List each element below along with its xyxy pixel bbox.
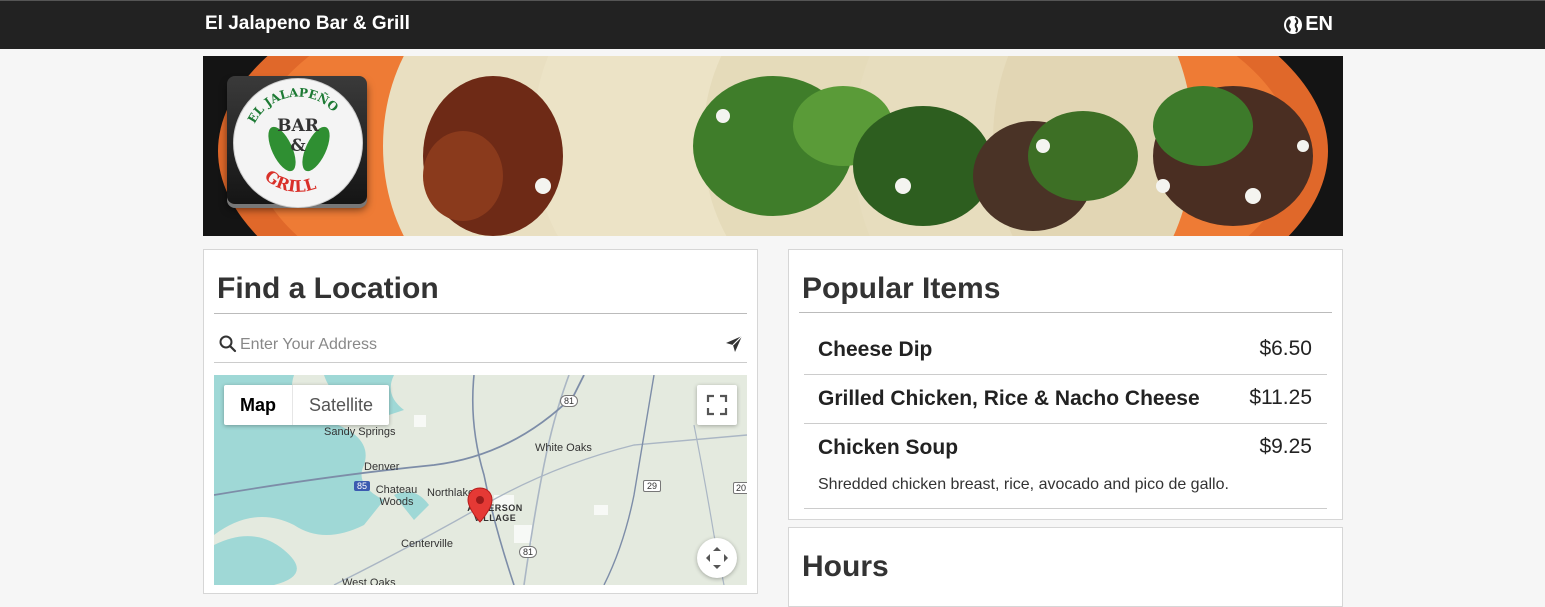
route-shield: 20 xyxy=(733,482,747,494)
menu-item-row[interactable]: Cheese Dip $6.50 xyxy=(804,325,1327,375)
map-place-label: Centerville xyxy=(401,538,453,550)
hours-heading: Hours xyxy=(802,550,889,583)
map-type-map[interactable]: Map xyxy=(224,385,292,425)
menu-item-price: $6.50 xyxy=(1259,337,1312,360)
route-shield: 85 xyxy=(354,481,371,491)
pan-arrows-icon xyxy=(706,547,728,569)
find-location-card: Find a Location Enter Your Address Sandy… xyxy=(203,249,758,594)
map-place-label: Denver xyxy=(364,461,400,473)
map-type-satellite[interactable]: Satellite xyxy=(292,385,389,425)
map-place-label: Chateau Woods xyxy=(375,484,418,508)
menu-item-name: Chicken Soup xyxy=(818,436,959,459)
map-place-label: Sandy Springs xyxy=(324,426,396,438)
restaurant-logo[interactable]: EL JALAPEÑO BAR & GRILL xyxy=(227,76,367,208)
fullscreen-button[interactable] xyxy=(697,385,737,425)
popular-items-card: Popular Items Cheese Dip $6.50 Grilled C… xyxy=(788,249,1343,520)
send-location-icon[interactable] xyxy=(725,335,743,353)
find-location-heading: Find a Location xyxy=(217,272,439,305)
route-shield: 81 xyxy=(519,546,538,558)
tacos-photo xyxy=(203,56,1343,236)
logo-middle-text: BAR xyxy=(277,116,320,136)
divider xyxy=(799,312,1332,313)
menu-item-name: Cheese Dip xyxy=(818,338,933,361)
map-place-label: West Oaks xyxy=(342,577,396,585)
map-pin-icon[interactable] xyxy=(466,487,494,523)
hero-banner: EL JALAPEÑO BAR & GRILL xyxy=(203,56,1343,236)
logo-badge: EL JALAPEÑO BAR & GRILL xyxy=(233,78,363,208)
language-label: EN xyxy=(1305,13,1333,35)
route-shield: 29 xyxy=(643,480,662,492)
language-selector[interactable]: EN xyxy=(1283,13,1333,36)
map-type-toggle: Map Satellite xyxy=(224,385,390,425)
menu-item-price: $9.25 xyxy=(1259,435,1312,458)
globe-icon xyxy=(1284,15,1303,34)
menu-item-description: Shredded chicken breast, rice, avocado a… xyxy=(818,476,1229,493)
hours-card: Hours xyxy=(788,527,1343,607)
logo-amp: & xyxy=(290,136,306,156)
site-title[interactable]: El Jalapeno Bar & Grill xyxy=(205,13,410,35)
address-search xyxy=(214,328,747,363)
logo-artwork: EL JALAPEÑO BAR & GRILL xyxy=(245,85,341,196)
top-navbar: El Jalapeno Bar & Grill EN xyxy=(0,0,1545,49)
search-icon xyxy=(219,335,237,353)
route-shield: 81 xyxy=(560,395,579,407)
pan-control-button[interactable] xyxy=(697,538,737,578)
menu-item-name: Grilled Chicken, Rice & Nacho Cheese xyxy=(818,387,1200,410)
fullscreen-icon xyxy=(706,394,728,416)
menu-item-row[interactable]: Grilled Chicken, Rice & Nacho Cheese $11… xyxy=(804,375,1327,424)
address-input[interactable] xyxy=(238,332,712,358)
menu-item-row[interactable]: Chicken Soup $9.25 Shredded chicken brea… xyxy=(804,424,1327,509)
popular-items-heading: Popular Items xyxy=(802,272,1001,305)
map-place-label: White Oaks xyxy=(535,442,592,454)
location-map[interactable]: Sandy Springs White Oaks Denver Chateau … xyxy=(214,375,747,585)
divider xyxy=(214,313,747,314)
menu-item-price: $11.25 xyxy=(1249,386,1312,409)
